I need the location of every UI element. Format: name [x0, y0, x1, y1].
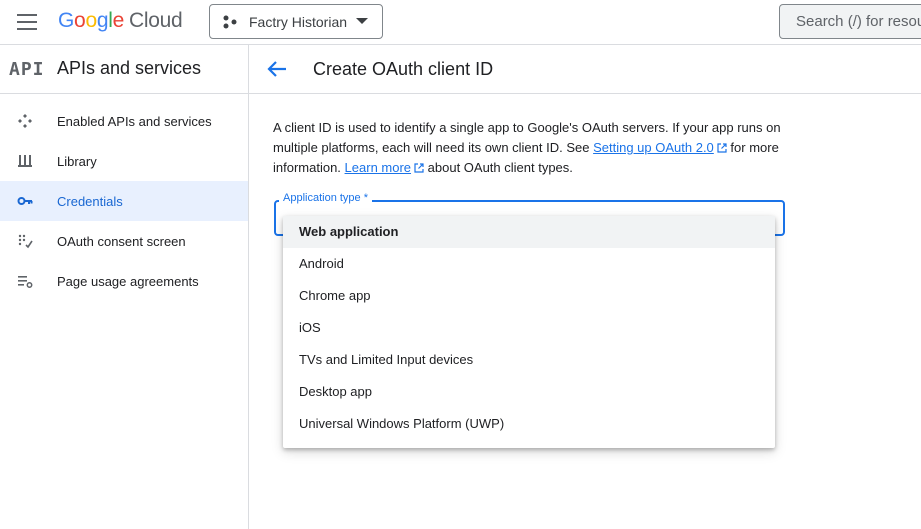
key-icon — [17, 197, 33, 205]
option-desktop-app[interactable]: Desktop app — [283, 376, 775, 408]
settings-list-icon — [18, 276, 33, 288]
main-menu-icon[interactable] — [17, 14, 37, 30]
api-badge: API — [9, 59, 45, 80]
option-web-application[interactable]: Web application — [283, 216, 775, 248]
consent-icon — [18, 234, 33, 249]
description: A client ID is used to identify a single… — [273, 120, 781, 175]
sidebar-item-library[interactable]: Library — [0, 141, 248, 181]
application-type-label: Application type * — [279, 192, 372, 204]
setting-up-oauth-link[interactable]: Setting up OAuth 2.0 — [593, 140, 714, 155]
library-icon — [18, 155, 32, 167]
external-link-icon — [414, 163, 424, 173]
learn-more-link[interactable]: Learn more — [345, 160, 411, 175]
sidebar-item-oauth-consent[interactable]: OAuth consent screen — [0, 221, 248, 261]
project-picker-button[interactable]: Factry Historian — [209, 4, 383, 39]
google-cloud-logo[interactable]: Google Cloud — [58, 9, 183, 33]
enabled-apis-icon — [18, 114, 32, 128]
option-uwp[interactable]: Universal Windows Platform (UWP) — [283, 408, 775, 440]
sidebar-nav: Enabled APIs and services Library Creden… — [0, 101, 248, 301]
project-icon — [223, 15, 237, 28]
sidebar: API APIs and services Enabled APIs and s… — [0, 45, 249, 529]
sidebar-title: APIs and services — [57, 58, 202, 78]
sidebar-header: API APIs and services — [0, 45, 248, 94]
sidebar-item-enabled-apis[interactable]: Enabled APIs and services — [0, 101, 248, 141]
option-tvs-limited-input[interactable]: TVs and Limited Input devices — [283, 344, 775, 376]
option-chrome-app[interactable]: Chrome app — [283, 280, 775, 312]
sidebar-item-credentials[interactable]: Credentials — [0, 181, 248, 221]
chevron-down-icon — [356, 18, 368, 24]
project-name: Factry Historian — [249, 13, 348, 30]
external-link-icon — [717, 143, 727, 153]
option-android[interactable]: Android — [283, 248, 775, 280]
search-input[interactable]: Search (/) for resources — [779, 4, 921, 39]
option-ios[interactable]: iOS — [283, 312, 775, 344]
back-arrow-icon[interactable] — [266, 59, 288, 79]
sidebar-item-page-usage[interactable]: Page usage agreements — [0, 261, 248, 301]
application-type-dropdown: Web application Android Chrome app iOS T… — [283, 216, 775, 448]
page-header: Create OAuth client ID — [249, 45, 921, 94]
top-bar: Google Cloud Factry Historian Search (/) … — [0, 0, 921, 45]
page-title: Create OAuth client ID — [313, 59, 494, 79]
